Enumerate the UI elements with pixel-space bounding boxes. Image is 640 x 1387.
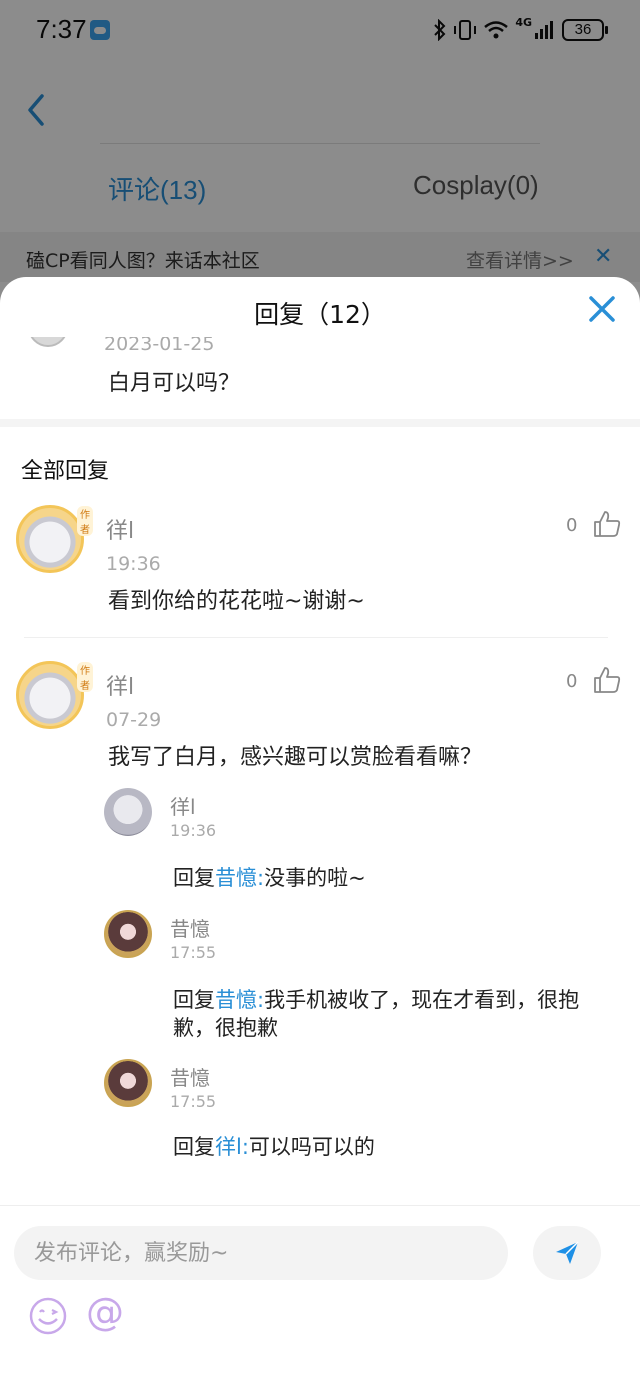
reply-prefix: 回复 [173,866,215,890]
comment-author[interactable]: 徉l [106,669,134,701]
comment-text: 看到你给的花花啦~谢谢~ [108,589,365,614]
comment-author[interactable]: 徉l [106,513,134,545]
author-badge: 作者 [77,506,93,536]
parent-date: 2023-01-25 [104,337,215,355]
comment-divider [24,637,608,638]
comment-input[interactable] [14,1226,508,1280]
avatar[interactable] [104,788,152,836]
reply-author[interactable]: 徉l [170,791,196,820]
reply-text: 回复昔憶:没事的啦~ [173,864,613,892]
reply-mention[interactable]: 徉l: [215,1135,249,1159]
section-divider [0,419,640,427]
emoji-icon[interactable] [28,1296,68,1336]
reply-author[interactable]: 昔憶 [170,1062,210,1091]
comment-time: 07-29 [106,709,162,731]
reply-prefix: 回复 [173,988,215,1012]
reply-text: 回复徉l:可以吗可以的 [173,1133,613,1161]
section-title: 全部回复 [21,459,110,484]
like-count: 0 [566,671,578,692]
avatar [28,337,68,347]
close-icon[interactable] [586,293,618,325]
sheet-title: 回复（12） [254,300,386,329]
parent-comment: 2023-01-25 白月可以吗？ [0,337,640,419]
comment-composer: @ [0,1205,640,1387]
send-button[interactable] [533,1226,601,1280]
comment-text: 我写了白月，感兴趣可以赏脸看看嘛？ [108,745,483,770]
mention-button[interactable]: @ [86,1290,124,1334]
parent-text: 白月可以吗？ [108,371,241,396]
reply-mention[interactable]: 昔憶: [215,866,264,890]
reply-author[interactable]: 昔憶 [170,913,210,942]
reply-body: 可以吗可以的 [248,1135,375,1159]
avatar[interactable] [104,910,152,958]
like-count: 0 [566,515,578,536]
reply-prefix: 回复 [173,1135,215,1159]
reply-sheet: 回复（12） 2023-01-25 白月可以吗？ 全部回复 作者 徉l 0 19… [0,277,640,1387]
avatar[interactable]: 作者 [16,661,93,729]
reply-body: 没事的啦~ [264,866,366,890]
send-icon [556,1241,579,1264]
like-icon[interactable] [592,665,622,695]
reply-mention[interactable]: 昔憶: [215,988,264,1012]
avatar[interactable]: 作者 [16,505,93,573]
reply-time: 17:55 [170,943,217,962]
comment-time: 19:36 [106,553,161,575]
avatar[interactable] [104,1059,152,1107]
reply-time: 17:55 [170,1092,217,1111]
reply-time: 19:36 [170,821,217,840]
like-icon[interactable] [592,509,622,539]
author-badge: 作者 [77,662,93,692]
reply-text: 回复昔憶:我手机被收了，现在才看到，很抱歉，很抱歉 [173,986,613,1042]
